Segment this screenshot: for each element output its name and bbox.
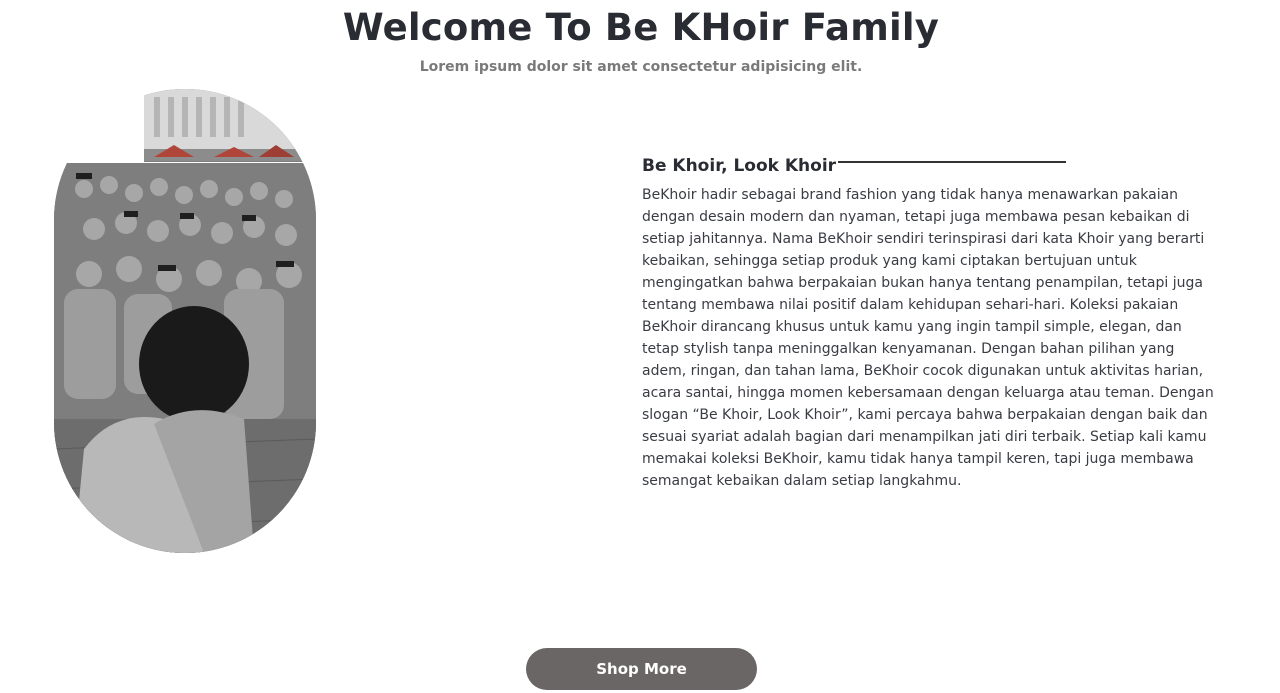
page-subtitle: Lorem ipsum dolor sit amet consectetur a… bbox=[419, 59, 863, 75]
shop-more-button[interactable]: Shop More bbox=[526, 648, 757, 690]
photo-corner-mask bbox=[54, 89, 144, 163]
page: Welcome To Be KHoir Family Lorem ipsum d… bbox=[0, 0, 1280, 693]
about-body: BeKhoir hadir sebagai brand fashion yang… bbox=[642, 187, 1214, 489]
page-title: Welcome To Be KHoir Family bbox=[342, 6, 940, 49]
about-heading: Be Khoir, Look Khoir bbox=[642, 156, 837, 176]
photo-divider bbox=[68, 162, 304, 163]
about-section: Be Khoir, Look Khoir BeKhoir hadir sebag… bbox=[642, 156, 1222, 492]
